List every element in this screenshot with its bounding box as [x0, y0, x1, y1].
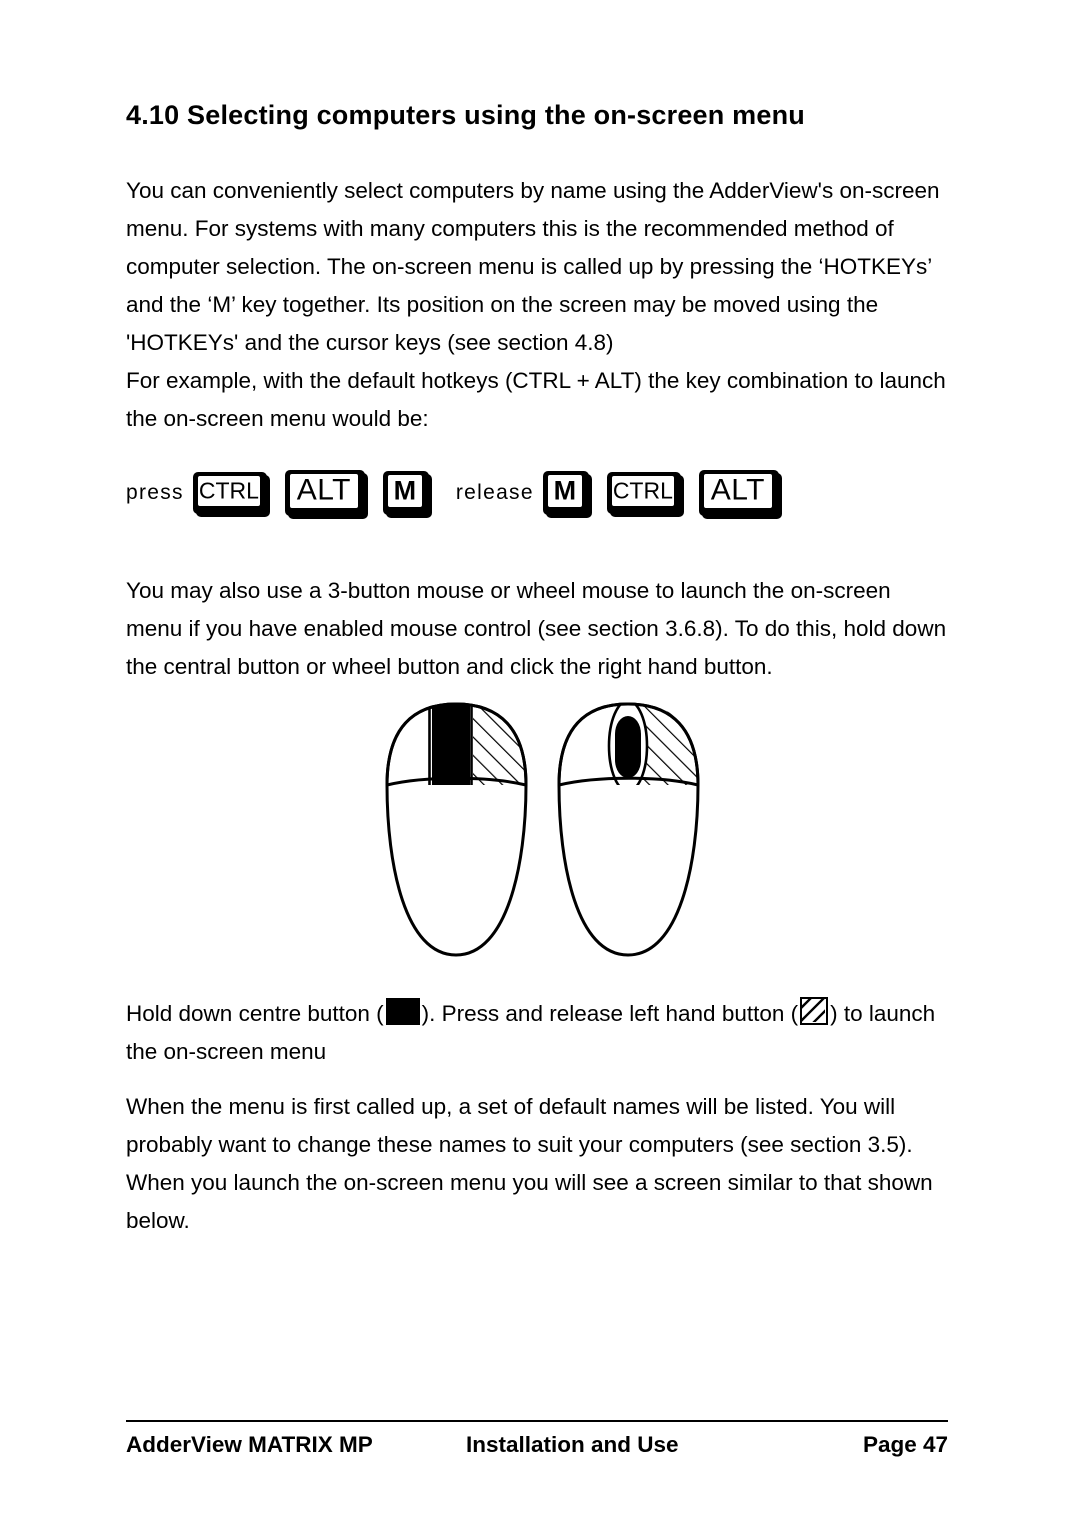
- release-label: release: [455, 481, 534, 504]
- keycap-ctrl-press[interactable]: CTRL: [192, 472, 267, 514]
- keycap-ctrl-release[interactable]: CTRL: [606, 472, 681, 514]
- keycap-face: ALT: [288, 473, 359, 509]
- keycap-label: CTRL: [612, 477, 673, 503]
- keycap-face: ALT: [702, 473, 773, 509]
- keycap-alt-press[interactable]: ALT: [284, 470, 365, 516]
- keycap-label: M: [393, 475, 417, 505]
- paragraph-mouse-control: You may also use a 3-button mouse or whe…: [126, 578, 947, 679]
- caption-part2: ). Press and release left hand button (: [421, 1001, 799, 1026]
- footer-page-number: Page 47: [862, 1432, 948, 1457]
- keycap-label: ALT: [710, 473, 765, 507]
- keycap-face: M: [546, 474, 583, 508]
- keycap-label: CTRL: [198, 477, 259, 503]
- press-label: press: [126, 481, 184, 504]
- keycap-m-release[interactable]: M: [542, 471, 589, 515]
- mouse-buttons-diagram: [370, 690, 715, 975]
- footer-section-name: Installation and Use: [466, 1432, 679, 1457]
- page-title: 4.10 Selecting computers using the on-sc…: [126, 100, 805, 130]
- paragraph-default-names: When the menu is first called up, a set …: [126, 1094, 933, 1233]
- paragraph-intro: You can conveniently select computers by…: [126, 178, 940, 355]
- keycap-label: M: [553, 475, 577, 505]
- footer-divider: [126, 1420, 948, 1422]
- keycap-face: CTRL: [196, 475, 261, 507]
- footer-product-name: AdderView MATRIX MP: [126, 1432, 373, 1457]
- keycap-label: ALT: [296, 473, 351, 507]
- document-page: 4.10 Selecting computers using the on-sc…: [0, 0, 1080, 1528]
- page-footer: AdderView MATRIX MP Installation and Use…: [126, 1432, 948, 1466]
- caption-part1: Hold down centre button (: [126, 1001, 384, 1026]
- keycap-alt-release[interactable]: ALT: [698, 470, 779, 516]
- key-sequence-row: press CTRL ALT M release M CTRL ALT: [126, 462, 926, 524]
- keycap-m-press[interactable]: M: [382, 471, 429, 515]
- figure-caption: Hold down centre button ( ). Press and re…: [126, 995, 956, 1071]
- keycap-face: M: [386, 474, 423, 508]
- solid-black-button-icon: [385, 998, 420, 1025]
- hatch-lines: [802, 999, 826, 1022]
- paragraph-example: For example, with the default hotkeys (C…: [126, 368, 946, 431]
- three-button-mouse: [385, 702, 528, 957]
- mouse-diagram-svg: [385, 702, 700, 957]
- wheel-mouse: [557, 702, 700, 957]
- hatched-button-icon: [800, 997, 829, 1025]
- keycap-face: CTRL: [610, 475, 675, 507]
